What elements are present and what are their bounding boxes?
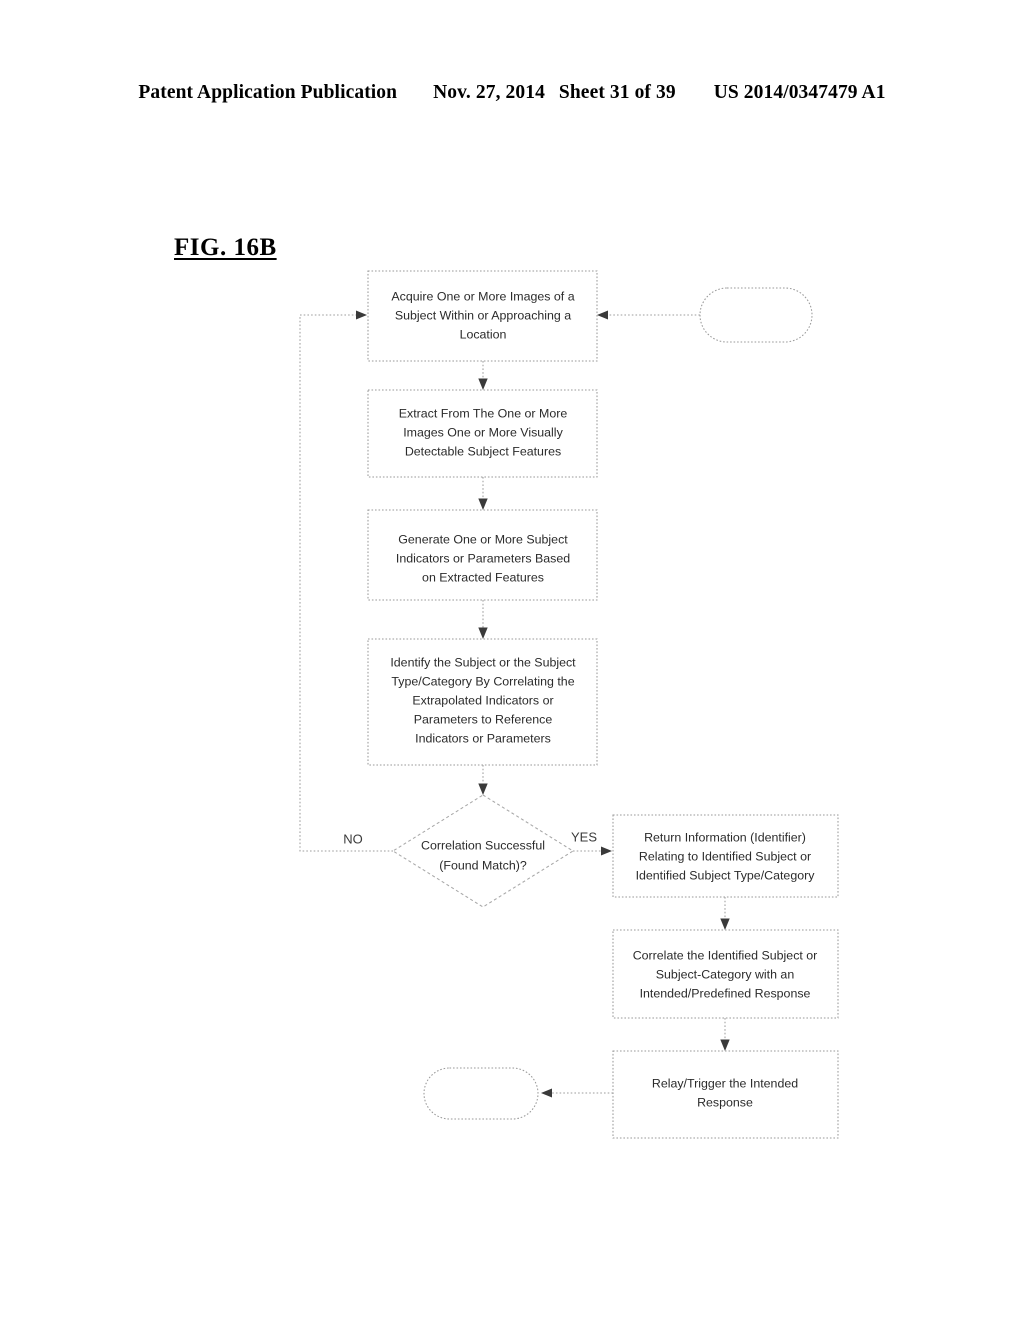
connector-return-to-correlate	[720, 897, 730, 930]
node-return-information[interactable]: Return Information (Identifier) Relating…	[612, 814, 839, 898]
identify-subject-line-5: Indicators or Parameters	[415, 731, 551, 745]
connector-extract-to-generate	[478, 477, 488, 510]
extract-features-line-3: Detectable Subject Features	[405, 444, 561, 458]
relay-trigger-line-2: Response	[697, 1095, 753, 1109]
connector-correlate-to-relay	[720, 1018, 730, 1051]
decision-line-2: (Found Match)?	[439, 858, 527, 872]
extract-features-line-2: Images One or More Visually	[403, 425, 563, 439]
extract-features-line-1: Extract From The One or More	[399, 406, 568, 420]
correlate-response-line-2: Subject-Category with an	[656, 967, 795, 981]
node-generate-indicators[interactable]: Generate One or More Subject Indicators …	[367, 509, 598, 601]
return-information-line-1: Return Information (Identifier)	[644, 830, 806, 844]
return-information-line-2: Relating to Identified Subject or	[639, 849, 811, 863]
node-acquire-images[interactable]: Acquire One or More Images of a Subject …	[367, 270, 598, 362]
node-start-terminator[interactable]	[699, 287, 813, 343]
connector-start-to-acquire	[597, 310, 700, 320]
start-terminator-shape	[699, 287, 813, 343]
generate-indicators-line-3: on Extracted Features	[422, 570, 544, 584]
end-terminator-shape	[423, 1067, 539, 1120]
identify-subject-line-3: Extrapolated Indicators or	[412, 693, 553, 707]
branch-label-no: NO	[343, 831, 363, 846]
correlate-response-line-1: Correlate the Identified Subject or	[633, 948, 818, 962]
identify-subject-line-1: Identify the Subject or the Subject	[390, 655, 576, 669]
node-identify-subject[interactable]: Identify the Subject or the Subject Type…	[367, 638, 598, 766]
identify-subject-line-2: Type/Category By Correlating the	[391, 674, 574, 688]
connector-acquire-to-extract	[478, 361, 488, 390]
correlate-response-line-3: Intended/Predefined Response	[640, 986, 811, 1000]
acquire-images-line-2: Subject Within or Approaching a	[395, 308, 571, 322]
identify-subject-line-4: Parameters to Reference	[414, 712, 553, 726]
connector-generate-to-identify	[478, 600, 488, 639]
generate-indicators-line-1: Generate One or More Subject	[398, 532, 568, 546]
node-end-terminator[interactable]	[423, 1067, 539, 1120]
acquire-images-line-3: Location	[460, 327, 507, 341]
node-extract-features[interactable]: Extract From The One or More Images One …	[367, 389, 598, 478]
connector-identify-to-decision	[478, 765, 488, 795]
return-information-line-3: Identified Subject Type/Category	[636, 868, 816, 882]
branch-label-yes: YES	[571, 829, 597, 844]
decision-line-1: Correlation Successful	[421, 838, 545, 852]
node-decision-correlation-successful[interactable]: Correlation Successful (Found Match)?	[392, 794, 574, 908]
node-relay-trigger[interactable]: Relay/Trigger the Intended Response	[612, 1050, 839, 1139]
acquire-images-line-1: Acquire One or More Images of a	[391, 289, 574, 303]
connector-relay-to-end	[541, 1088, 613, 1098]
relay-trigger-line-1: Relay/Trigger the Intended	[652, 1076, 798, 1090]
flowchart-diagram: NO YES Acquire One or More Images of a S…	[299, 270, 839, 1139]
node-correlate-response[interactable]: Correlate the Identified Subject or Subj…	[612, 929, 839, 1019]
generate-indicators-line-2: Indicators or Parameters Based	[396, 551, 570, 565]
connector-yes-to-return-information	[573, 846, 612, 856]
